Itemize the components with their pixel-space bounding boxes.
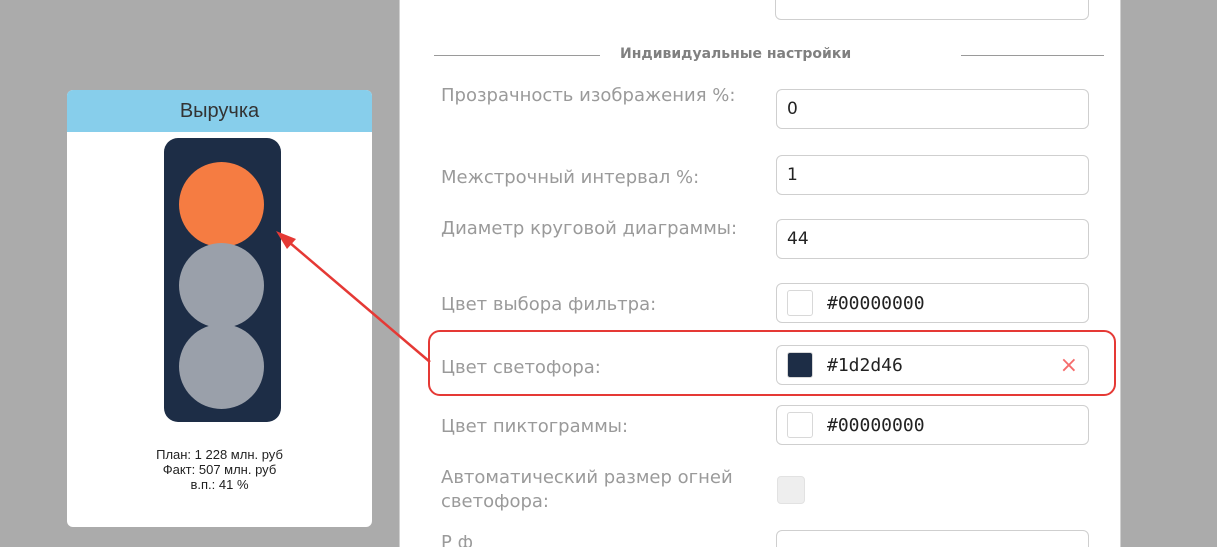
pictogram-color-swatch[interactable] bbox=[787, 412, 813, 438]
filter-color-value: #00000000 bbox=[827, 292, 925, 314]
pie-diameter-input[interactable] bbox=[787, 229, 1088, 249]
clear-icon[interactable]: × bbox=[1060, 353, 1078, 378]
traffic-light-widget: Выручка План: 1 228 млн. руб Факт: 507 м… bbox=[67, 90, 372, 527]
lamp-top bbox=[179, 162, 264, 247]
next-setting-label: Р ф bbox=[441, 532, 473, 547]
filter-color-field[interactable]: #00000000 bbox=[776, 283, 1089, 323]
next-setting-field[interactable] bbox=[776, 530, 1089, 547]
pictogram-color-label: Цвет пиктограммы: bbox=[441, 416, 629, 437]
pie-diameter-field[interactable] bbox=[776, 219, 1089, 259]
lamp-middle bbox=[179, 243, 264, 328]
traffic-light-color-field[interactable]: #1d2d46 × bbox=[776, 345, 1089, 385]
widget-stats: План: 1 228 млн. руб Факт: 507 млн. руб … bbox=[67, 447, 372, 492]
traffic-light-color-value: #1d2d46 bbox=[827, 354, 903, 376]
filter-color-label: Цвет выбора фильтра: bbox=[441, 294, 657, 315]
traffic-light-color-label: Цвет светофора: bbox=[441, 357, 601, 378]
section-title: Индивидуальные настройки bbox=[620, 46, 852, 62]
line-spacing-field[interactable] bbox=[776, 155, 1089, 195]
auto-size-label: Автоматический размер огней светофора: bbox=[441, 467, 733, 512]
pictogram-color-value: #00000000 bbox=[827, 414, 925, 436]
stat-fact: Факт: 507 млн. руб bbox=[162, 462, 277, 477]
settings-panel: Индивидуальные настройки Прозрачность из… bbox=[399, 0, 1121, 547]
pictogram-color-field[interactable]: #00000000 bbox=[776, 405, 1089, 445]
opacity-field[interactable] bbox=[776, 89, 1089, 129]
top-input-field[interactable] bbox=[775, 0, 1089, 20]
opacity-input[interactable] bbox=[787, 99, 1088, 119]
lamp-bottom bbox=[179, 324, 264, 409]
opacity-label: Прозрачность изображения %: bbox=[441, 85, 736, 106]
line-spacing-label: Межстрочный интервал %: bbox=[441, 167, 700, 188]
line-spacing-input[interactable] bbox=[787, 165, 1088, 185]
auto-size-checkbox[interactable] bbox=[777, 476, 805, 504]
section-divider: Индивидуальные настройки bbox=[434, 44, 1104, 66]
traffic-light-housing bbox=[164, 138, 281, 422]
filter-color-swatch[interactable] bbox=[787, 290, 813, 316]
traffic-light-color-swatch[interactable] bbox=[787, 352, 813, 378]
widget-title: Выручка bbox=[67, 90, 372, 132]
stat-plan: План: 1 228 млн. руб bbox=[156, 447, 283, 462]
pie-diameter-label: Диаметр круговой диаграммы: bbox=[441, 218, 738, 239]
stat-percent: в.п.: 41 % bbox=[190, 477, 249, 492]
